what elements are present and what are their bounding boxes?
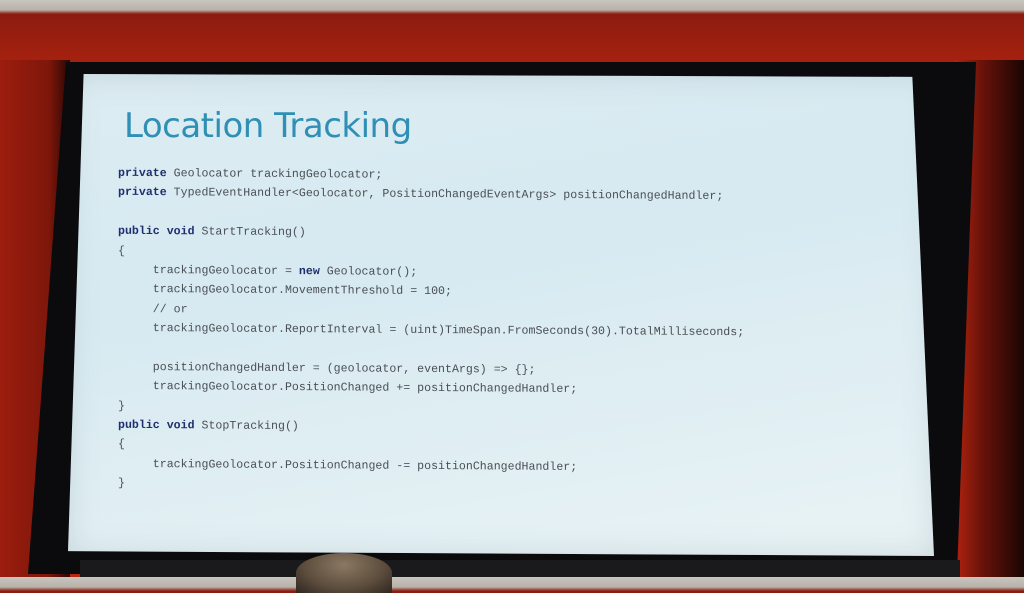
code-text: TypedEventHandler<Geolocator, PositionCh…: [166, 186, 724, 204]
code-text: // or: [118, 302, 188, 317]
code-text: trackingGeolocator =: [118, 263, 299, 279]
code-keyword: private: [118, 186, 167, 200]
code-text: trackingGeolocator.ReportInterval = (uin…: [118, 321, 745, 340]
code-text: trackingGeolocator.PositionChanged += po…: [118, 380, 578, 397]
code-text: {: [118, 244, 125, 258]
code-line: }: [118, 474, 744, 498]
code-text: {: [118, 438, 125, 452]
code-text: }: [118, 399, 125, 413]
code-text: StartTracking(): [194, 225, 306, 240]
code-keyword: private: [118, 166, 167, 181]
code-text: }: [118, 477, 125, 491]
code-keyword: new: [298, 265, 320, 279]
code-keyword: public void: [118, 224, 195, 239]
code-text: positionChangedHandler = (geolocator, ev…: [118, 360, 536, 377]
slide-title: Location Tracking: [124, 106, 412, 146]
projection-screen: Location Tracking private Geolocator tra…: [68, 74, 934, 556]
screen-bottom-edge: [80, 560, 960, 577]
code-block: private Geolocator trackingGeolocator; pr…: [118, 164, 744, 498]
code-text: trackingGeolocator.MovementThreshold = 1…: [118, 283, 452, 299]
audience-head: [296, 553, 392, 593]
code-text: trackingGeolocator.PositionChanged -= po…: [118, 457, 578, 474]
code-text: Geolocator trackingGeolocator;: [166, 167, 383, 182]
code-text: StopTracking(): [194, 419, 299, 434]
code-keyword: public void: [118, 418, 195, 433]
code-text: Geolocator();: [319, 265, 418, 279]
